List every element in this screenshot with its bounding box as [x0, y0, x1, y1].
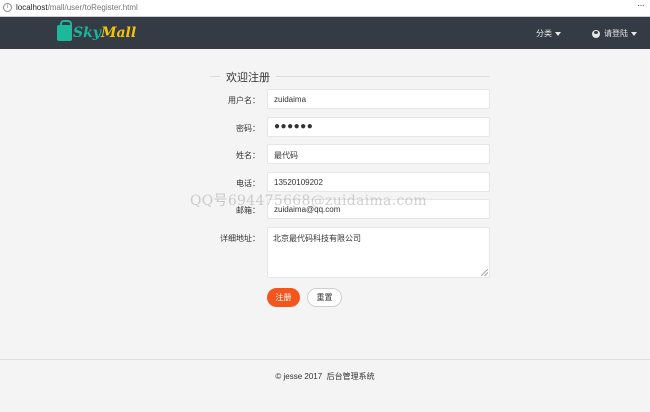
- copyright-text: © jesse 2017: [275, 372, 323, 381]
- caret-down-icon: [555, 31, 561, 36]
- info-icon[interactable]: i: [3, 3, 12, 12]
- form-row-name: 姓名： 最代码: [0, 144, 650, 164]
- caret-down-icon: [631, 31, 637, 36]
- category-label: 分类: [536, 29, 552, 38]
- browser-address-bar[interactable]: i localhost/mall/user/toRegister.html ··…: [0, 0, 650, 17]
- top-navbar: SkyMall 分类 请登陆: [0, 17, 650, 49]
- footer-divider: [0, 359, 650, 360]
- form-legend: 欢迎注册: [220, 69, 276, 85]
- password-label: 密码：: [236, 124, 260, 133]
- username-input[interactable]: zuidaima: [267, 89, 490, 109]
- reset-button[interactable]: 重置: [307, 288, 342, 307]
- watermark: QQ号694475668@zuidaima.com: [190, 193, 427, 209]
- login-dropdown[interactable]: 请登陆: [592, 28, 637, 39]
- admin-link[interactable]: 后台管理系统: [327, 372, 375, 381]
- address-label: 详细地址：: [220, 234, 260, 243]
- address-textarea[interactable]: 北京最代码科技有限公司: [267, 227, 490, 278]
- username-label: 用户名：: [228, 96, 260, 105]
- category-dropdown[interactable]: 分类: [536, 28, 561, 39]
- url-host: localhost: [16, 3, 48, 12]
- shopping-bag-icon: [57, 20, 72, 41]
- register-button[interactable]: 注册: [267, 288, 300, 307]
- form-row-password: 密码： ●●●●●●: [0, 117, 650, 137]
- logo-text-mall: Mall: [100, 25, 137, 41]
- form-row-username: 用户名： zuidaima: [0, 89, 650, 109]
- footer: © jesse 2017 后台管理系统: [0, 371, 650, 382]
- logo-text: SkyMall: [73, 25, 136, 41]
- phone-label: 电话：: [236, 179, 260, 188]
- more-icon[interactable]: ···: [637, 0, 645, 11]
- name-input[interactable]: 最代码: [267, 144, 490, 164]
- resize-grip-icon[interactable]: [481, 269, 488, 276]
- url-text[interactable]: localhost/mall/user/toRegister.html: [16, 3, 138, 12]
- form-row-phone: 电话： 13520109202: [0, 172, 650, 192]
- address-value: 北京最代码科技有限公司: [273, 234, 361, 243]
- form-row-address: 详细地址： 北京最代码科技有限公司: [0, 227, 650, 278]
- name-label: 姓名：: [236, 151, 260, 160]
- phone-input[interactable]: 13520109202: [267, 172, 490, 192]
- login-label: 请登陆: [604, 29, 628, 38]
- user-icon: [592, 29, 600, 38]
- password-input[interactable]: ●●●●●●: [267, 117, 490, 137]
- url-path: /mall/user/toRegister.html: [47, 3, 138, 12]
- logo-text-sky: Sky: [73, 25, 101, 41]
